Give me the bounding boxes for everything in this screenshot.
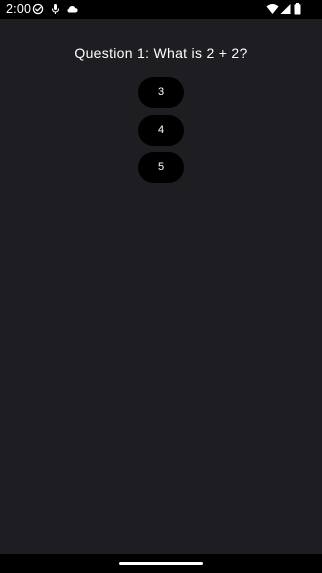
signal-icon: [280, 4, 291, 14]
battery-icon: [294, 3, 301, 15]
mic-icon: [51, 4, 60, 14]
cloud-icon: [67, 5, 78, 13]
status-time: 2:00: [6, 2, 32, 16]
answer-button-5[interactable]: 5: [138, 152, 184, 183]
check-circle-icon: [32, 3, 44, 15]
question-text: Question 1: What is 2 + 2?: [74, 45, 248, 61]
status-bar: 2:00: [0, 0, 322, 19]
answer-button-4[interactable]: 4: [138, 115, 184, 146]
home-gesture-handle[interactable]: [119, 562, 203, 565]
wifi-icon: [266, 4, 279, 14]
quiz-screen: Question 1: What is 2 + 2? 3 4 5: [0, 19, 322, 554]
answer-button-3[interactable]: 3: [138, 77, 184, 108]
navigation-bar: [0, 554, 322, 573]
